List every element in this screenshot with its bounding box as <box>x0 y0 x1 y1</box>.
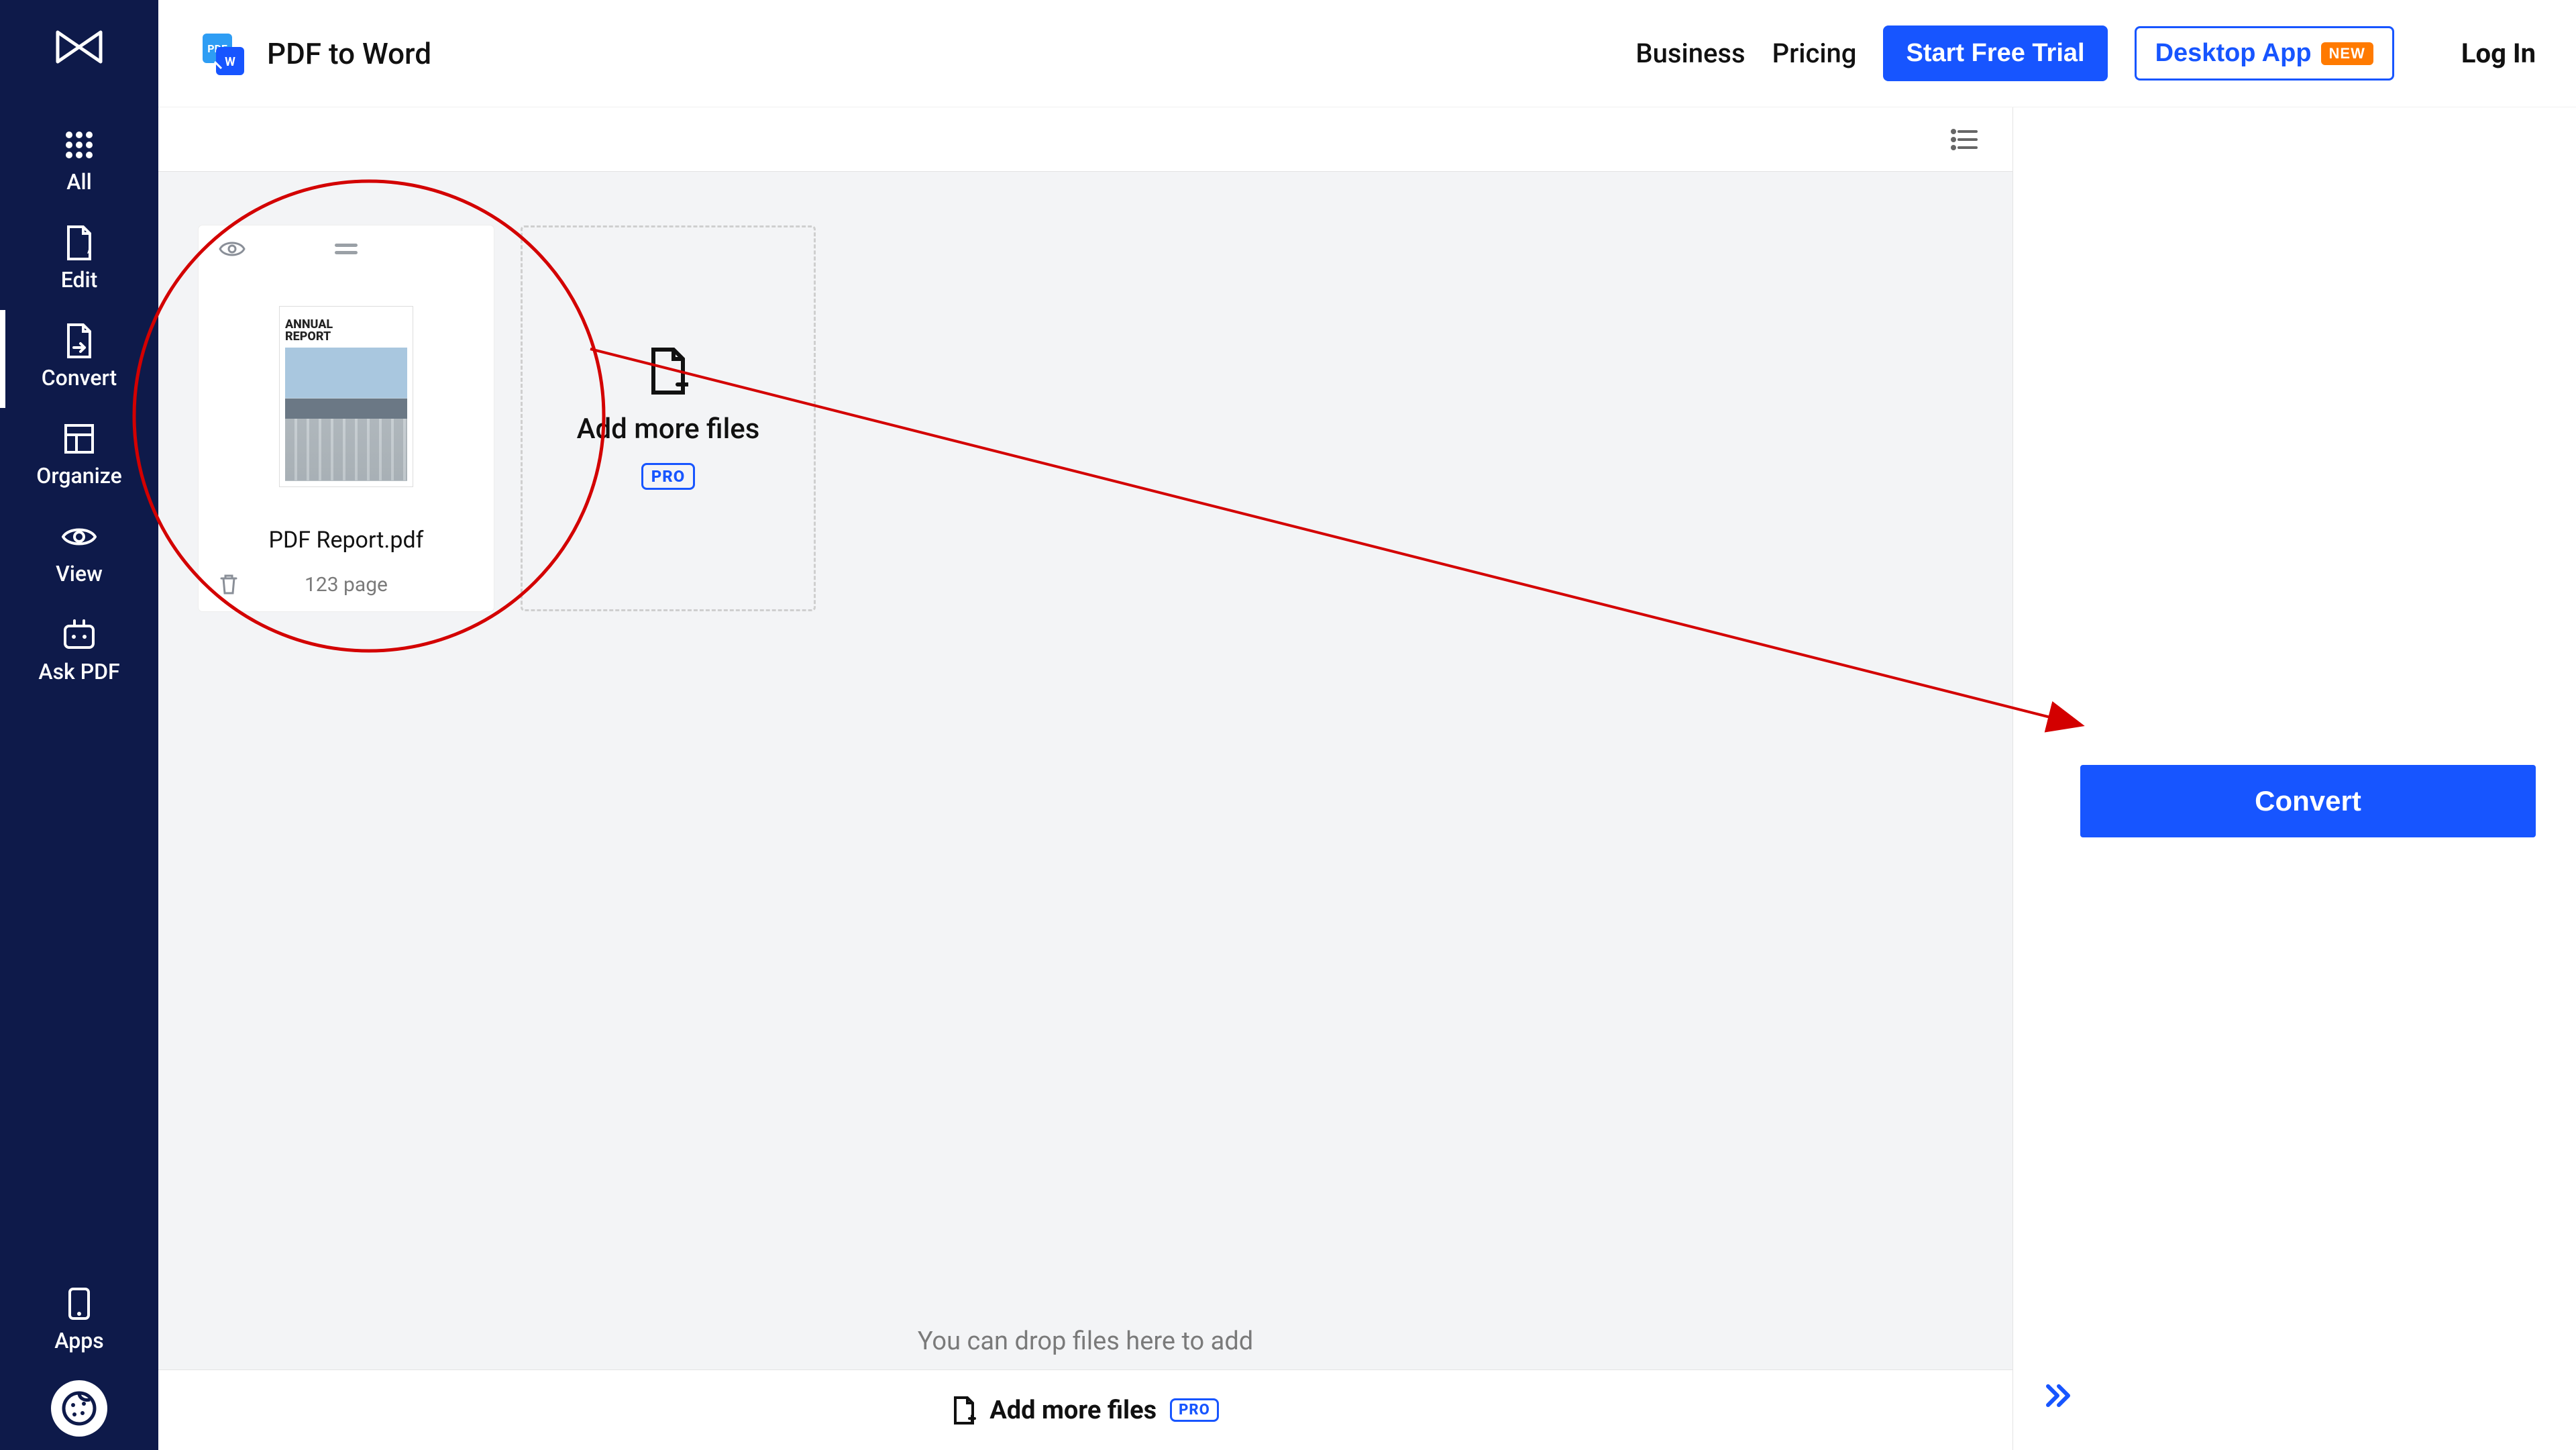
tool-icon: PDF W <box>199 30 247 78</box>
brand-logo[interactable] <box>55 27 103 67</box>
convert-button[interactable]: Convert <box>2080 765 2536 837</box>
drag-handle-icon[interactable] <box>335 244 358 254</box>
sidebar-item-organize[interactable]: Organize <box>0 408 158 506</box>
topbar: PDF W PDF to Word Business Pricing Start… <box>158 0 2576 107</box>
sidebar: All Edit Convert Organize <box>0 0 158 1450</box>
collapse-panel-button[interactable] <box>2040 1382 2078 1410</box>
sidebar-item-label: Convert <box>42 365 117 391</box>
workspace-toolbar <box>158 107 2012 172</box>
add-more-files-bottom-label: Add more files <box>989 1396 1157 1425</box>
file-name: PDF Report.pdf <box>199 520 494 558</box>
list-view-button[interactable] <box>1943 121 1986 158</box>
login-link[interactable]: Log In <box>2461 38 2536 69</box>
chevron-double-right-icon <box>2044 1382 2074 1409</box>
layout-icon <box>62 421 97 456</box>
nav-business[interactable]: Business <box>1635 38 1745 69</box>
sidebar-item-label: Organize <box>36 463 121 488</box>
desktop-app-button[interactable]: Desktop App NEW <box>2135 26 2394 81</box>
grid-dots-icon <box>62 127 97 162</box>
add-more-files-label: Add more files <box>577 413 760 446</box>
sidebar-item-view[interactable]: View <box>0 506 158 604</box>
file-thumbnail[interactable]: ANNUAL REPORT <box>199 272 494 520</box>
sidebar-item-label: All <box>66 169 92 195</box>
cookie-icon <box>61 1390 97 1427</box>
pro-badge: PRO <box>641 463 696 490</box>
sidebar-item-all[interactable]: All <box>0 114 158 212</box>
start-free-trial-button[interactable]: Start Free Trial <box>1883 25 2107 81</box>
right-panel: Convert <box>2012 107 2576 1450</box>
cookie-settings-button[interactable] <box>51 1380 107 1437</box>
sidebar-item-ask-pdf[interactable]: Ask PDF <box>0 604 158 702</box>
main: PDF W PDF to Word Business Pricing Start… <box>158 0 2576 1450</box>
sidebar-item-label: Ask PDF <box>38 659 119 684</box>
drop-hint-text: You can drop files here to add <box>158 1327 2012 1356</box>
add-file-icon <box>952 1396 976 1425</box>
sidebar-item-label: View <box>56 561 103 586</box>
file-card[interactable]: ANNUAL REPORT PDF Report.pdf 123 p <box>199 225 494 611</box>
sidebar-item-label: Apps <box>54 1328 103 1353</box>
thumb-title-line2: REPORT <box>285 331 407 344</box>
mobile-icon <box>62 1286 97 1321</box>
list-icon <box>1949 127 1979 152</box>
eye-icon <box>62 519 97 554</box>
add-more-files-tile[interactable]: Add more files PRO <box>521 225 816 611</box>
sidebar-nav: All Edit Convert Organize <box>0 114 158 702</box>
sidebar-item-apps[interactable]: Apps <box>0 1273 158 1360</box>
new-badge: NEW <box>2321 42 2373 65</box>
sidebar-item-convert[interactable]: Convert <box>0 310 158 408</box>
desktop-app-label: Desktop App <box>2155 39 2312 68</box>
convert-file-icon <box>62 323 97 358</box>
add-file-icon <box>648 347 688 395</box>
page-count: 123 page <box>305 573 388 597</box>
add-more-files-bottom[interactable]: Add more files PRO <box>158 1369 2012 1450</box>
canvas[interactable]: ANNUAL REPORT PDF Report.pdf 123 p <box>158 172 2012 1450</box>
edit-file-icon <box>62 225 97 260</box>
sidebar-item-edit[interactable]: Edit <box>0 212 158 310</box>
pro-badge: PRO <box>1170 1398 1219 1422</box>
tool-title: PDF to Word <box>267 36 431 71</box>
workspace: ANNUAL REPORT PDF Report.pdf 123 p <box>158 107 2012 1450</box>
nav-pricing[interactable]: Pricing <box>1772 38 1857 69</box>
ask-pdf-icon <box>62 617 97 652</box>
svg-text:W: W <box>225 55 235 69</box>
sidebar-item-label: Edit <box>61 267 98 293</box>
delete-file-button[interactable] <box>219 573 239 596</box>
eye-icon[interactable] <box>219 240 246 258</box>
